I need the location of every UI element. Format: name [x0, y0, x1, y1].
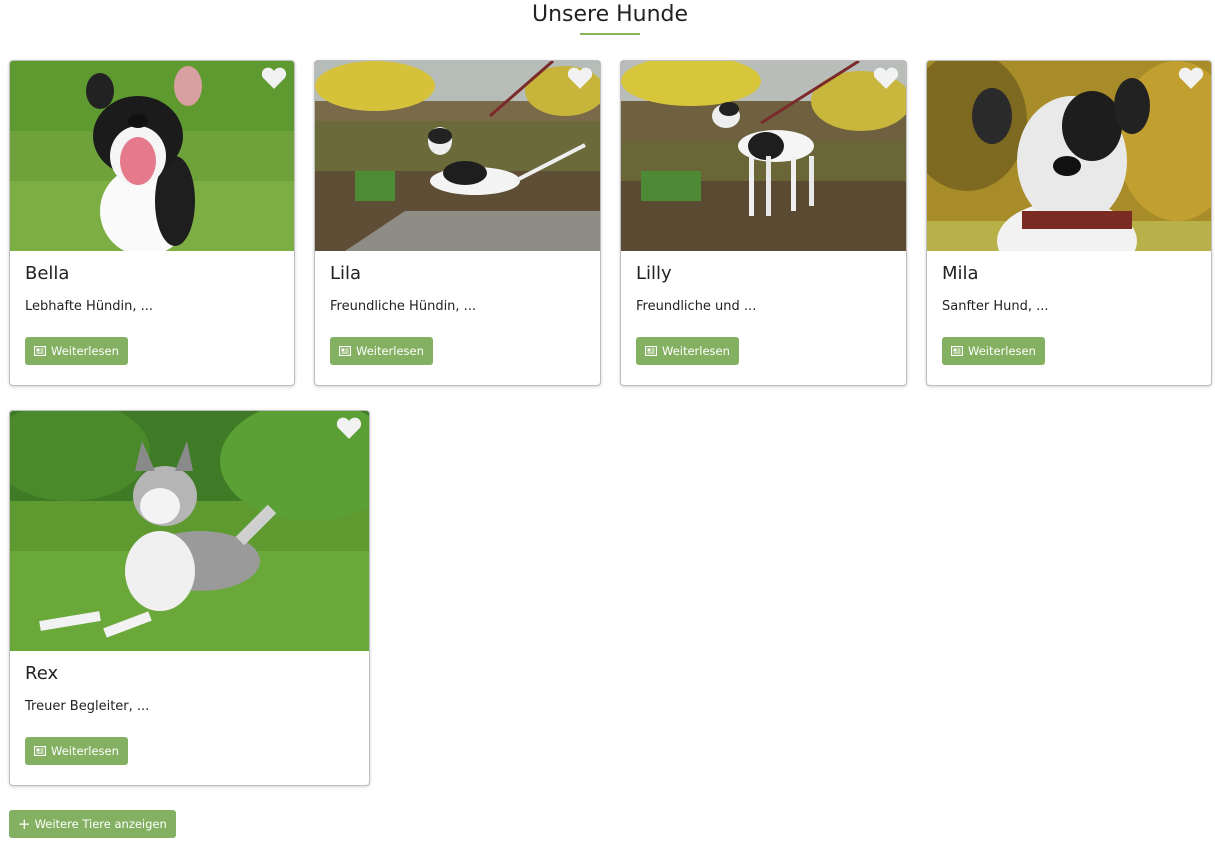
- newspaper-icon: [34, 746, 46, 756]
- dog-description: Sanfter Hund, ...: [942, 299, 1049, 314]
- read-more-button[interactable]: Weiterlesen: [942, 337, 1045, 365]
- dog-photo-lila: [315, 61, 600, 251]
- dog-card-mila: Mila Sanfter Hund, ... Weiterlesen: [926, 60, 1212, 386]
- newspaper-icon: [339, 346, 351, 356]
- dog-card-bella: Bella Lebhafte Hündin, ... Weiterlesen: [9, 60, 295, 386]
- dog-description: Treuer Begleiter, ...: [25, 699, 150, 714]
- heart-icon[interactable]: [336, 416, 362, 440]
- title-underline: [580, 33, 640, 35]
- newspaper-icon: [951, 346, 963, 356]
- dog-name: Mila: [942, 263, 979, 284]
- dog-photo-bella: [10, 61, 294, 251]
- dog-description: Freundliche Hündin, ...: [330, 299, 477, 314]
- newspaper-icon: [34, 346, 46, 356]
- dog-card-lila: Lila Freundliche Hündin, ... Weiterlesen: [314, 60, 601, 386]
- read-more-button[interactable]: Weiterlesen: [330, 337, 433, 365]
- dog-name: Bella: [25, 263, 70, 284]
- dog-description: Lebhafte Hündin, ...: [25, 299, 154, 314]
- dog-name: Lila: [330, 263, 362, 284]
- dog-card-lilly: Lilly Freundliche und ... Weiterlesen: [620, 60, 907, 386]
- read-more-label: Weiterlesen: [662, 344, 730, 358]
- read-more-button[interactable]: Weiterlesen: [25, 337, 128, 365]
- read-more-label: Weiterlesen: [51, 744, 119, 758]
- dog-name: Lilly: [636, 263, 672, 284]
- read-more-label: Weiterlesen: [356, 344, 424, 358]
- read-more-label: Weiterlesen: [51, 344, 119, 358]
- dog-description: Freundliche und ...: [636, 299, 757, 314]
- dog-photo-rex: [10, 411, 369, 651]
- dog-name: Rex: [25, 663, 59, 684]
- newspaper-icon: [645, 346, 657, 356]
- read-more-button[interactable]: Weiterlesen: [25, 737, 128, 765]
- page-title: Unsere Hunde: [531, 2, 689, 27]
- dog-card-rex: Rex Treuer Begleiter, ... Weiterlesen: [9, 410, 370, 786]
- heart-icon[interactable]: [1178, 66, 1204, 90]
- heart-icon[interactable]: [873, 66, 899, 90]
- dog-photo-mila: [927, 61, 1211, 251]
- plus-icon: +: [18, 814, 31, 833]
- read-more-label: Weiterlesen: [968, 344, 1036, 358]
- heart-icon[interactable]: [261, 66, 287, 90]
- show-more-label: Weitere Tiere anzeigen: [34, 817, 167, 831]
- heart-icon[interactable]: [567, 66, 593, 90]
- show-more-animals-button[interactable]: + Weitere Tiere anzeigen: [9, 810, 176, 838]
- dog-photo-lilly: [621, 61, 906, 251]
- read-more-button[interactable]: Weiterlesen: [636, 337, 739, 365]
